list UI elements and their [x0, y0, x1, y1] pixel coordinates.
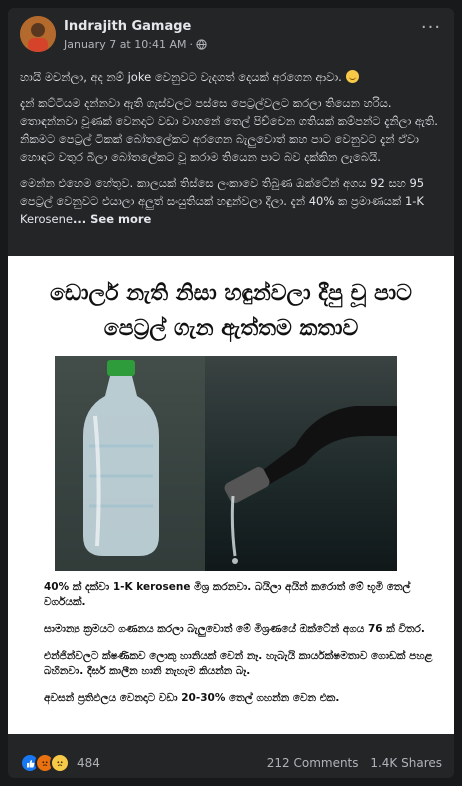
image-paragraph: සාමාන්‍ය ක්‍රමයට ගණනය කරලා බැලුවොත් මේ ම… — [44, 623, 425, 635]
post-meta: January 7 at 10:41 AM · — [64, 38, 207, 51]
post-text: හායි මචන්ලා, අද නම් joke වෙනුවට වැදගත් ද… — [20, 68, 444, 236]
smile-emoji-icon — [345, 70, 359, 83]
post-timestamp[interactable]: January 7 at 10:41 AM — [64, 38, 186, 51]
author-name[interactable]: Indrajith Gamage — [64, 19, 191, 34]
post-paragraph-text: හායි මචන්ලා, අද නම් joke වෙනුවට වැදගත් ද… — [20, 70, 342, 84]
reactions-summary[interactable]: 484 — [20, 753, 100, 773]
image-paragraph: එන්ජින්වලට ක්ෂණිකව ලොකු හානියක් වෙන් නෑ.… — [44, 650, 433, 677]
post-paragraph: මෙන්න එහෙම හේතුව. කාලයක් තිස්සෙ ලංකාවෙ ත… — [20, 174, 444, 228]
shares-count-link[interactable]: 1.4K Shares — [370, 756, 442, 770]
more-options-button[interactable]: ··· — [420, 19, 442, 40]
sad-icon — [50, 753, 70, 773]
bottle-and-fuel-nozzle-photo — [55, 356, 397, 571]
see-more-link[interactable]: ... See more — [73, 212, 151, 226]
image-body-text: 40% ක් දක්වා 1-K kerosene මිශ්‍ර කරනවා. … — [44, 580, 434, 718]
avatar[interactable] — [20, 16, 56, 52]
post-card: Indrajith Gamage January 7 at 10:41 AM ·… — [8, 8, 454, 778]
image-paragraph: අවසන් ප්‍රතිඵලය වෙනදාට වඩා 20-30% තෙල් ග… — [44, 692, 340, 704]
post-footer: 484 212 Comments 1.4K Shares — [8, 744, 454, 778]
post-paragraph: හායි මචන්ලා, අද නම් joke වෙනුවට වැදගත් ද… — [20, 68, 444, 86]
engagement-stats: 212 Comments 1.4K Shares — [267, 756, 442, 770]
image-paragraph: 40% ක් දක්වා 1-K kerosene මිශ්‍ර කරනවා. … — [44, 581, 411, 608]
reaction-count: 484 — [77, 756, 100, 770]
post-image[interactable]: ඩොලර් නැති නිසා හඳුන්වලා දීපු චූ පාට පෙට… — [8, 256, 454, 734]
image-title: ඩොලර් නැති නිසා හඳුන්වලා දීපු චූ පාට පෙට… — [49, 281, 412, 341]
meta-separator: · — [189, 38, 193, 51]
post-paragraph: දැන් කට්ටියම දන්නවා ඇති ගැස්වලට පස්සෙ පෙ… — [20, 96, 438, 164]
globe-icon — [196, 39, 207, 50]
comments-count-link[interactable]: 212 Comments — [267, 756, 359, 770]
post-header: Indrajith Gamage January 7 at 10:41 AM ·… — [8, 8, 454, 58]
